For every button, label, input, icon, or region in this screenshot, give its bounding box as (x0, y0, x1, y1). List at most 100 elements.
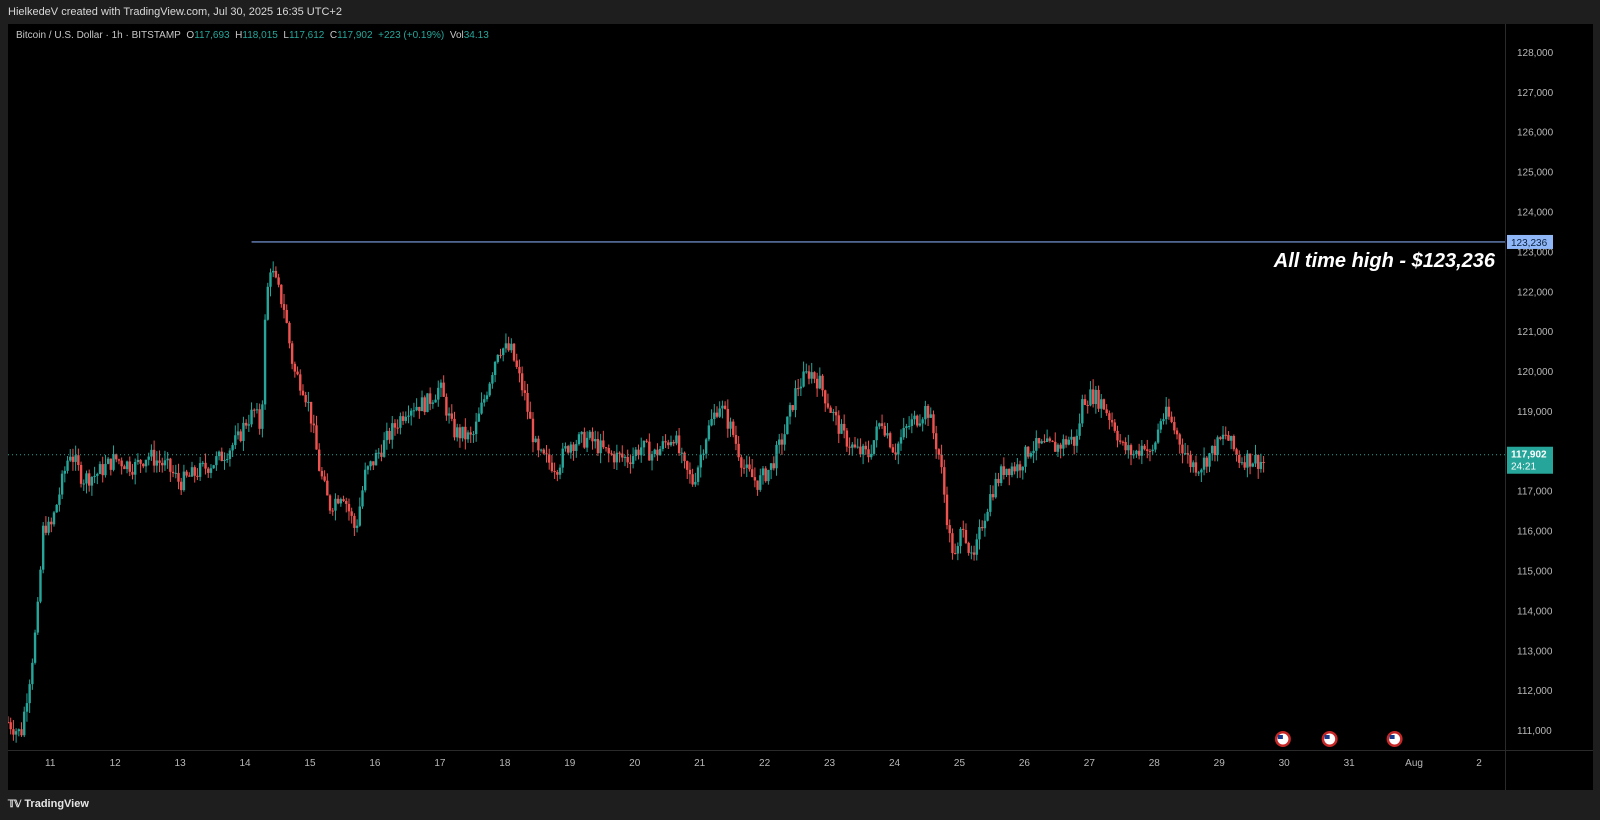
price-chart[interactable]: All time high - $123,236 111,000112,0001… (8, 24, 1593, 790)
candle-body (293, 363, 297, 372)
candle-body (336, 498, 340, 504)
candle-body (872, 440, 876, 454)
candle-body (228, 450, 232, 459)
candle-body (791, 405, 794, 411)
candle-body (1205, 457, 1208, 467)
candle-body (212, 465, 215, 469)
candle-body (320, 470, 324, 477)
candle-body (707, 425, 711, 440)
candle-body (1110, 420, 1114, 423)
open-value: 117,693 (194, 30, 230, 41)
candle-body (247, 424, 251, 426)
candle-body (802, 371, 805, 387)
candle-body (1089, 389, 1092, 406)
candle-body (461, 426, 464, 439)
us-flag-canton (1324, 735, 1330, 739)
candle-body (1056, 444, 1060, 452)
candle-body (274, 270, 278, 278)
candle-body (832, 411, 835, 413)
candle-body (845, 430, 849, 447)
ath-label: All time high - $123,236 (1273, 250, 1496, 272)
candle-body (837, 415, 840, 434)
candle-body (818, 375, 822, 389)
candle-body (1067, 439, 1070, 445)
candle-body (1202, 457, 1206, 470)
tradingview-logo[interactable]: 𝕋𝕍 TradingView (8, 798, 89, 810)
candle-body (1156, 429, 1160, 443)
candle-body (621, 453, 624, 458)
candle-body (813, 372, 816, 379)
candle-body (1100, 399, 1103, 409)
candle-body (69, 456, 72, 461)
brand-label: TradingView (24, 798, 89, 810)
candle-body (1181, 444, 1184, 454)
candle-body (921, 419, 924, 424)
candle-body (553, 471, 556, 473)
candle-body (1118, 440, 1122, 442)
candle-body (518, 366, 521, 374)
candle-body (399, 416, 402, 428)
candle-body (1032, 450, 1035, 454)
candle-body (734, 434, 738, 444)
candle-body (14, 731, 18, 735)
candle-body (17, 729, 21, 732)
candle-body (1216, 437, 1219, 456)
candle-body (980, 527, 984, 529)
candle-body (840, 423, 843, 434)
candle-body (745, 464, 748, 468)
candle-body (640, 447, 643, 456)
candle-body (1048, 438, 1052, 441)
symbol-legend[interactable]: Bitcoin / U.S. Dollar · 1h · BITSTAMP O1… (16, 30, 489, 41)
candle-body (1164, 406, 1168, 420)
candle-body (331, 510, 334, 512)
events-layer (1274, 731, 1403, 747)
candle-body (109, 458, 113, 470)
candle-body (50, 521, 53, 525)
candle-body (999, 466, 1003, 484)
candle-body (515, 360, 518, 367)
candle-body (326, 480, 329, 496)
candle-body (507, 343, 510, 351)
candle-body (90, 476, 94, 486)
candle-body (453, 418, 456, 438)
price-tick-label: 120,000 (1517, 367, 1554, 378)
candle-body (347, 503, 351, 512)
candle-body (309, 401, 313, 424)
candle-body (423, 397, 426, 413)
candle-body (512, 343, 516, 361)
candle-body (369, 461, 372, 467)
candle-body (594, 439, 597, 442)
candle-body (534, 438, 537, 443)
candle-body (1173, 422, 1176, 431)
candle-body (899, 437, 903, 444)
candle-body (393, 423, 397, 428)
candle-body (648, 441, 651, 461)
candle-body (694, 481, 697, 485)
candle-body (1094, 389, 1098, 405)
chart-area[interactable]: All time high - $123,236 111,000 112,000 1… (8, 24, 1593, 790)
candle-body (1135, 450, 1138, 455)
candle-body (772, 463, 776, 469)
candle-body (185, 471, 188, 476)
candle-body (290, 343, 294, 364)
candle-body (520, 373, 524, 391)
candle-body (1097, 389, 1100, 409)
candle-body (699, 454, 702, 468)
tradingview-logo-icon: 𝕋𝕍 (8, 798, 21, 810)
candle-body (353, 515, 356, 528)
candle-body (585, 437, 589, 448)
candle-body (848, 446, 851, 448)
candle-body (556, 472, 559, 475)
candle-body (106, 458, 110, 464)
candle-body (1148, 450, 1152, 452)
candle-body (859, 446, 862, 455)
candle-body (742, 467, 746, 469)
candle-body (1021, 466, 1024, 471)
candle-body (220, 451, 223, 462)
candle-body (82, 483, 85, 485)
candle-body (799, 386, 803, 389)
ath-badge-label: 123,236 (1511, 238, 1548, 249)
candle-body (350, 511, 353, 516)
candle-body (415, 406, 418, 411)
candle-body (1043, 441, 1046, 443)
